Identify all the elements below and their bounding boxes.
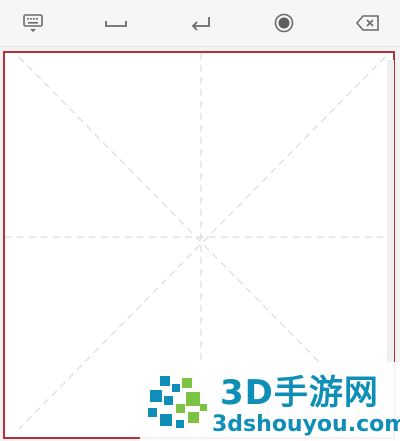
watermark: 3D手游网 3dshouyou.com	[140, 362, 400, 441]
space-icon	[105, 21, 127, 27]
handwriting-toolbar	[0, 0, 400, 46]
3dshouyou-logo	[148, 376, 207, 428]
record-button[interactable]	[266, 6, 302, 40]
watermark-url: 3dshouyou.com	[212, 412, 400, 437]
space-button[interactable]	[98, 6, 134, 40]
enter-icon	[191, 17, 210, 31]
keyboard-button[interactable]	[15, 6, 51, 40]
record-icon	[274, 13, 294, 33]
watermark-title: 3D手游网	[220, 373, 379, 413]
backspace-icon	[355, 15, 379, 31]
toolbar-divider	[0, 46, 400, 47]
backspace-button[interactable]	[350, 6, 386, 40]
keyboard-icon	[23, 14, 43, 32]
enter-button[interactable]	[183, 6, 219, 40]
